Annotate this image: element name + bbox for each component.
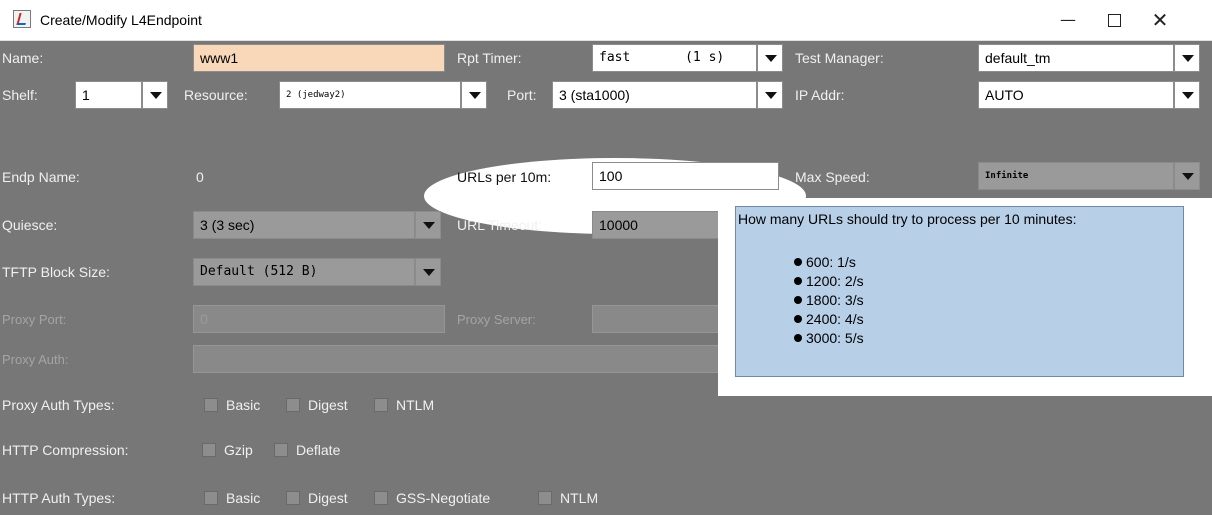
endp-name-value: 0 <box>196 169 204 185</box>
port-label: Port: <box>507 87 537 103</box>
proxy-port-label: Proxy Port: <box>2 312 67 327</box>
quiesce-label: Quiesce: <box>2 217 58 233</box>
ip-addr-select[interactable]: AUTO <box>978 81 1174 109</box>
proxy-auth-types-label: Proxy Auth Types: <box>2 397 115 413</box>
shelf-label: Shelf: <box>2 87 38 103</box>
proxy-ntlm-label: NTLM <box>396 397 435 413</box>
http-compression-label: HTTP Compression: <box>2 442 129 458</box>
title-bar: Create/Modify L4Endpoint — ✕ <box>0 0 1212 41</box>
http-digest-checkbox[interactable] <box>286 491 300 505</box>
ip-addr-label: IP Addr: <box>795 87 845 103</box>
gzip-label: Gzip <box>224 442 253 458</box>
proxy-server-label: Proxy Server: <box>457 312 536 327</box>
rpt-timer-dropdown-arrow[interactable] <box>757 44 783 72</box>
max-speed-select[interactable]: Infinite <box>978 162 1174 190</box>
url-timeout-label: URL Timeout: <box>457 217 543 233</box>
test-manager-select[interactable]: default_tm <box>978 44 1174 72</box>
tftp-block-size-label: TFTP Block Size: <box>2 264 110 280</box>
tftp-block-size-dropdown-arrow[interactable] <box>415 258 441 286</box>
proxy-basic-checkbox[interactable] <box>204 398 218 412</box>
proxy-basic-label: Basic <box>226 397 261 413</box>
http-digest-label: Digest <box>308 490 348 506</box>
quiesce-dropdown-arrow[interactable] <box>415 211 441 239</box>
maximize-button[interactable] <box>1091 0 1137 40</box>
urls-per-10m-tooltip: How many URLs should try to process per … <box>735 206 1184 377</box>
java-app-icon <box>13 10 31 28</box>
http-auth-types-label: HTTP Auth Types: <box>2 490 116 506</box>
http-ntlm-checkbox[interactable] <box>538 491 552 505</box>
maximize-icon <box>1107 13 1121 27</box>
test-manager-dropdown-arrow[interactable] <box>1174 44 1200 72</box>
port-dropdown-arrow[interactable] <box>757 81 783 109</box>
urls-per-10m-label: URLs per 10m: <box>457 169 552 185</box>
max-speed-label: Max Speed: <box>795 169 870 185</box>
test-manager-label: Test Manager: <box>795 50 884 66</box>
resource-select[interactable]: 2 (jedway2) <box>279 81 461 109</box>
proxy-port-input: 0 <box>193 305 445 333</box>
url-timeout-input[interactable]: 10000 <box>592 211 722 239</box>
deflate-label: Deflate <box>296 442 341 458</box>
proxy-auth-label: Proxy Auth: <box>2 352 69 367</box>
ip-addr-dropdown-arrow[interactable] <box>1174 81 1200 109</box>
rpt-timer-label: Rpt Timer: <box>457 50 522 66</box>
tftp-block-size-select[interactable]: Default (512 B) <box>193 258 415 286</box>
http-basic-checkbox[interactable] <box>204 491 218 505</box>
http-basic-label: Basic <box>226 490 261 506</box>
port-select[interactable]: 3 (sta1000) <box>552 81 757 109</box>
proxy-digest-checkbox[interactable] <box>286 398 300 412</box>
resource-dropdown-arrow[interactable] <box>461 81 487 109</box>
window-title: Create/Modify L4Endpoint <box>40 12 202 28</box>
close-button[interactable]: ✕ <box>1137 0 1183 40</box>
tooltip-title: How many URLs should try to process per … <box>738 211 1077 227</box>
http-ntlm-label: NTLM <box>560 490 599 506</box>
shelf-dropdown-arrow[interactable] <box>142 81 168 109</box>
urls-per-10m-input[interactable]: 100 <box>592 162 779 190</box>
max-speed-dropdown-arrow[interactable] <box>1174 162 1200 190</box>
shelf-select[interactable]: 1 <box>75 81 142 109</box>
tooltip-item: 3000: 5/s <box>794 329 864 348</box>
http-gss-negotiate-label: GSS-Negotiate <box>396 490 491 506</box>
resource-label: Resource: <box>184 87 248 103</box>
tooltip-item: 1200: 2/s <box>794 272 864 291</box>
rpt-timer-select[interactable]: fast (1 s) <box>592 44 757 72</box>
tooltip-item: 600: 1/s <box>794 253 864 272</box>
endp-name-label: Endp Name: <box>2 169 80 185</box>
gzip-checkbox[interactable] <box>202 443 216 457</box>
name-label: Name: <box>2 50 44 66</box>
quiesce-select[interactable]: 3 (3 sec) <box>193 211 415 239</box>
tooltip-item: 1800: 3/s <box>794 291 864 310</box>
deflate-checkbox[interactable] <box>274 443 288 457</box>
proxy-digest-label: Digest <box>308 397 348 413</box>
name-input[interactable]: www1 <box>193 44 445 72</box>
tooltip-item: 2400: 4/s <box>794 310 864 329</box>
minimize-button[interactable]: — <box>1045 0 1091 40</box>
tooltip-list: 600: 1/s 1200: 2/s 1800: 3/s 2400: 4/s 3… <box>794 253 864 348</box>
http-gss-negotiate-checkbox[interactable] <box>374 491 388 505</box>
proxy-ntlm-checkbox[interactable] <box>374 398 388 412</box>
